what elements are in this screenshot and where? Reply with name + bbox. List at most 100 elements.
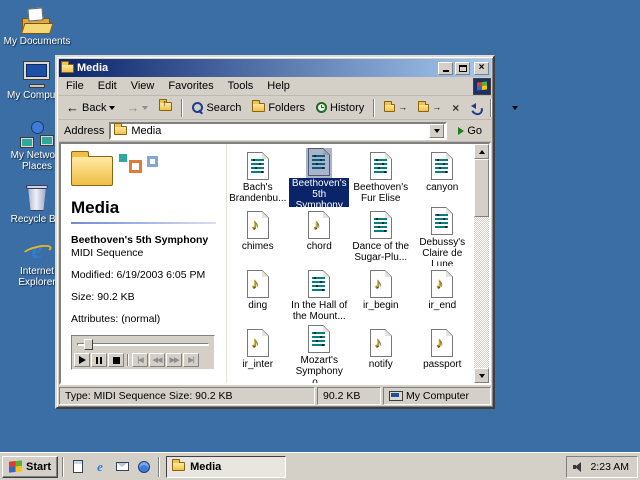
toolbar-separator [373,99,375,117]
desktop: My Documents My Computer My Network Plac… [0,0,640,480]
file-list: Bach's Brandenbu...Beethoven's 5th Symph… [227,144,473,383]
delete-button[interactable]: × [447,99,464,117]
menu-item-edit[interactable]: Edit [91,79,124,93]
minimize-button[interactable] [438,62,453,75]
back-icon: ← [66,101,79,114]
status-size: 90.2 KB [317,387,381,405]
explorer-window: Media × FileEditViewFavoritesToolsHelp ←… [55,55,495,409]
menu-item-file[interactable]: File [59,79,91,93]
previous-button[interactable]: |◀ [132,353,148,367]
file-item-chimes[interactable]: ♪chimes [227,207,289,266]
start-button[interactable]: Start [2,456,58,478]
close-icon: × [479,63,485,73]
file-item-canyon[interactable]: canyon [412,148,474,207]
address-input[interactable]: Media [109,122,447,140]
folder-info-panel: Media Beethoven's 5th Symphony MIDI Sequ… [61,144,227,383]
go-label: Go [467,125,482,137]
wave-file-icon: ♪ [431,266,453,298]
folder-graphic-icon [71,152,216,196]
address-value: Media [131,125,425,137]
outlook-express-icon[interactable] [114,459,130,475]
address-dropdown-button[interactable] [429,124,444,138]
menu-item-tools[interactable]: Tools [221,79,261,93]
menu-item-view[interactable]: View [124,79,162,93]
search-button[interactable]: Search [187,99,246,117]
midi-file-icon [308,266,330,298]
status-bar: Type: MIDI Sequence Size: 90.2 KB 90.2 K… [59,387,491,405]
scrollbar-track[interactable] [474,159,489,368]
system-tray: 2:23 AM [566,456,638,478]
wave-file-icon: ♪ [370,325,392,357]
menu-item-favorites[interactable]: Favorites [161,79,220,93]
toolbar: ← Back → ↑ Search Folders Hist [59,96,491,120]
file-item-ir-begin[interactable]: ♪ir_begin [350,266,412,325]
internet-explorer-quicklaunch-icon[interactable]: e [92,459,108,475]
scroll-up-button[interactable] [474,144,489,159]
play-icon [79,356,86,364]
my-computer-mini-icon [389,391,402,402]
file-label: Dance of the Sugar-Plu... [351,241,411,263]
history-button[interactable]: History [311,99,369,117]
desktop-icon-my-documents[interactable]: My Documents [2,6,72,47]
selected-file-attributes: Attributes: (normal) [71,313,216,326]
search-label: Search [206,102,241,114]
history-label: History [330,102,364,114]
task-folder-icon [172,462,185,471]
seek-thumb[interactable] [84,339,93,350]
folders-label: Folders [268,102,305,114]
show-desktop-icon[interactable] [70,459,86,475]
media-preview-player: |◀ ◀◀ ▶▶ ▶| [71,335,215,370]
close-button[interactable]: × [474,62,489,75]
file-item-in-the-hall-of-the-mount[interactable]: In the Hall of the Mount... [289,266,351,325]
file-item-ir-inter[interactable]: ♪ir_inter [227,325,289,383]
vertical-scrollbar[interactable] [473,144,489,383]
file-item-mozart-s-symphony-o[interactable]: Mozart's Symphony o... [289,325,351,383]
go-button[interactable]: Go [452,123,488,139]
menu-item-help[interactable]: Help [260,79,297,93]
minimize-icon [443,70,449,72]
volume-speaker-icon[interactable] [573,462,584,472]
taskbar-task-media[interactable]: Media [166,456,286,478]
file-item-dance-of-the-sugar-plu[interactable]: Dance of the Sugar-Plu... [350,207,412,266]
file-item-debussy-s-claire-de-lune[interactable]: Debussy's Claire de Lune [412,207,474,266]
file-item-beethoven-s-fur-elise[interactable]: Beethoven's Fur Elise [350,148,412,207]
up-button[interactable]: ↑ [154,99,177,117]
rewind-button[interactable]: ◀◀ [149,353,165,367]
chevron-down-icon [434,129,440,133]
play-button[interactable] [74,353,90,367]
folders-button[interactable]: Folders [247,99,310,117]
file-label: notify [368,359,394,370]
file-item-bach-s-brandenbu[interactable]: Bach's Brandenbu... [227,148,289,207]
maximize-button[interactable] [455,62,470,75]
views-button[interactable] [496,101,523,115]
file-label: chimes [241,241,275,252]
undo-button[interactable] [465,100,486,115]
file-item-ding[interactable]: ♪ding [227,266,289,325]
move-to-button[interactable]: → [379,100,412,115]
file-label: ding [247,300,268,311]
copy-to-icon [418,104,429,112]
forward-dropdown-icon [142,106,148,110]
pause-button[interactable] [91,353,107,367]
back-button[interactable]: ← Back [61,98,120,117]
file-item-ir-end[interactable]: ♪ir_end [412,266,474,325]
scroll-down-button[interactable] [474,368,489,383]
seek-slider[interactable] [74,338,212,351]
file-item-beethoven-s-5th-symphony[interactable]: Beethoven's 5th Symphony [289,148,351,207]
next-button[interactable]: ▶| [183,353,199,367]
file-item-passport[interactable]: ♪passport [412,325,474,383]
title-bar[interactable]: Media × [59,59,491,77]
scrollbar-thumb[interactable] [474,159,489,217]
copy-to-button[interactable]: → [413,100,446,115]
window-folder-icon [61,64,74,73]
fast-forward-button[interactable]: ▶▶ [166,353,182,367]
back-dropdown-icon [109,106,115,110]
address-label: Address [62,125,109,137]
browser-globe-icon[interactable] [136,459,152,475]
file-item-notify[interactable]: ♪ notify [350,325,412,383]
forward-button[interactable]: → [121,98,153,117]
back-label: Back [82,102,106,114]
file-item-chord[interactable]: ♪chord [289,207,351,266]
stop-button[interactable] [108,353,124,367]
quick-launch: e [68,459,154,475]
